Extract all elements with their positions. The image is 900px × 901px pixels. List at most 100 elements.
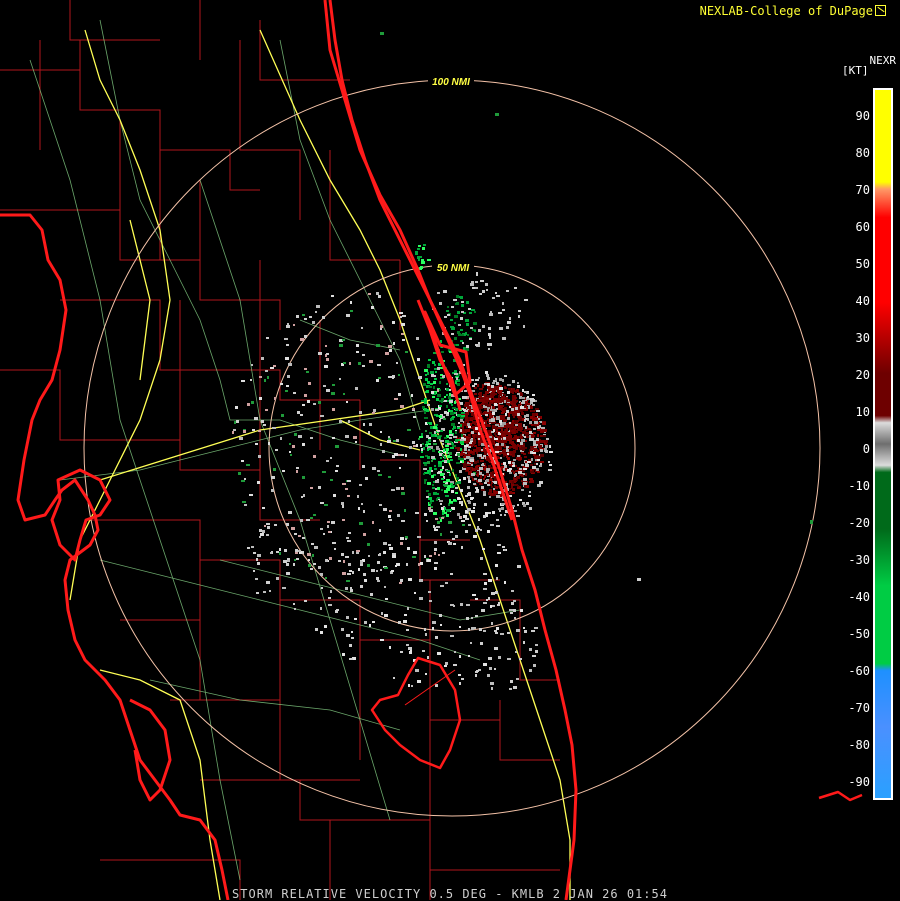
velocity-gate bbox=[301, 496, 303, 498]
velocity-gate bbox=[485, 512, 488, 515]
velocity-gate bbox=[449, 400, 453, 403]
velocity-gate bbox=[467, 462, 469, 464]
velocity-gate bbox=[432, 484, 434, 486]
velocity-gate bbox=[529, 669, 532, 672]
velocity-gate bbox=[524, 456, 527, 458]
velocity-gate bbox=[519, 474, 523, 476]
velocity-gate bbox=[490, 409, 492, 411]
velocity-gate bbox=[507, 453, 509, 455]
velocity-gate bbox=[534, 421, 538, 424]
velocity-gate bbox=[434, 562, 438, 564]
velocity-gate bbox=[494, 438, 498, 440]
velocity-gate bbox=[440, 585, 444, 587]
velocity-gate bbox=[333, 494, 336, 497]
velocity-gate bbox=[441, 351, 444, 353]
velocity-gate bbox=[532, 399, 535, 402]
velocity-gate bbox=[376, 292, 379, 295]
velocity-gate bbox=[535, 650, 538, 653]
velocity-gate bbox=[533, 432, 536, 434]
velocity-gate bbox=[514, 426, 517, 429]
velocity-gate bbox=[324, 504, 328, 506]
velocity-gate bbox=[443, 418, 446, 420]
velocity-gate bbox=[470, 327, 473, 329]
velocity-gate bbox=[431, 460, 433, 462]
velocity-gate bbox=[351, 637, 354, 639]
velocity-gate bbox=[255, 443, 258, 445]
velocity-gate bbox=[531, 458, 533, 461]
color-scale-tick: -30 bbox=[848, 553, 870, 567]
velocity-gate bbox=[421, 261, 425, 264]
credit-text: NEXLAB-College of DuPage bbox=[699, 4, 873, 18]
velocity-gate bbox=[465, 518, 469, 520]
velocity-gate bbox=[435, 409, 439, 411]
velocity-gate bbox=[468, 449, 470, 451]
velocity-gate bbox=[311, 543, 314, 545]
velocity-gate bbox=[432, 621, 436, 624]
color-scale-tick: -60 bbox=[848, 664, 870, 678]
velocity-gate bbox=[287, 558, 290, 560]
velocity-gate bbox=[364, 621, 367, 624]
velocity-gate bbox=[482, 548, 485, 550]
velocity-gate bbox=[506, 449, 509, 452]
velocity-gate bbox=[422, 247, 425, 250]
velocity-gate bbox=[458, 422, 460, 424]
velocity-gate bbox=[342, 519, 345, 521]
velocity-gate bbox=[498, 602, 500, 604]
color-scale-tick: 20 bbox=[855, 368, 870, 382]
velocity-gate bbox=[469, 312, 472, 314]
velocity-gate bbox=[404, 614, 407, 616]
velocity-gate bbox=[495, 113, 499, 116]
velocity-gate bbox=[529, 431, 532, 434]
velocity-gate bbox=[440, 503, 442, 505]
velocity-gate bbox=[379, 504, 382, 506]
velocity-gate bbox=[246, 464, 250, 466]
velocity-gate bbox=[477, 465, 480, 467]
velocity-gate bbox=[345, 587, 348, 590]
velocity-gate bbox=[506, 410, 509, 413]
velocity-gate bbox=[441, 401, 443, 403]
velocity-gate bbox=[445, 445, 449, 447]
velocity-gate bbox=[470, 439, 473, 441]
velocity-gate bbox=[441, 398, 444, 401]
velocity-gate bbox=[358, 568, 360, 571]
velocity-gate bbox=[471, 417, 475, 420]
velocity-gate bbox=[263, 424, 266, 426]
velocity-gate bbox=[468, 480, 471, 483]
velocity-gate bbox=[483, 602, 487, 604]
velocity-gate bbox=[352, 571, 354, 574]
velocity-gate bbox=[490, 605, 492, 608]
velocity-gate bbox=[501, 405, 504, 407]
velocity-gate bbox=[442, 510, 445, 512]
velocity-gate bbox=[523, 478, 527, 481]
velocity-gate bbox=[289, 443, 291, 445]
velocity-gate bbox=[414, 592, 416, 594]
velocity-gate bbox=[520, 393, 523, 396]
velocity-gate bbox=[495, 393, 497, 395]
velocity-gate bbox=[381, 612, 383, 615]
velocity-gate bbox=[350, 301, 352, 304]
velocity-gate bbox=[416, 337, 419, 340]
velocity-gate bbox=[304, 318, 307, 320]
velocity-gate bbox=[331, 392, 335, 395]
velocity-gate bbox=[447, 314, 450, 316]
velocity-gate bbox=[486, 395, 490, 397]
velocity-gate bbox=[490, 478, 492, 481]
velocity-gate bbox=[442, 454, 444, 457]
velocity-gate bbox=[423, 473, 425, 475]
velocity-gate bbox=[428, 504, 430, 506]
velocity-gate bbox=[502, 546, 505, 548]
velocity-gate bbox=[502, 302, 504, 305]
velocity-gate bbox=[433, 443, 437, 445]
velocity-gate bbox=[394, 398, 398, 400]
velocity-gate bbox=[361, 327, 363, 329]
velocity-gate bbox=[488, 348, 490, 350]
velocity-gate bbox=[455, 492, 458, 494]
velocity-gate bbox=[478, 399, 480, 401]
velocity-gate bbox=[399, 467, 401, 469]
velocity-gate bbox=[491, 482, 493, 484]
velocity-gate bbox=[282, 587, 286, 589]
velocity-gate bbox=[496, 519, 499, 521]
velocity-gate bbox=[464, 390, 467, 392]
velocity-gate bbox=[486, 515, 488, 517]
velocity-gate bbox=[422, 650, 425, 652]
